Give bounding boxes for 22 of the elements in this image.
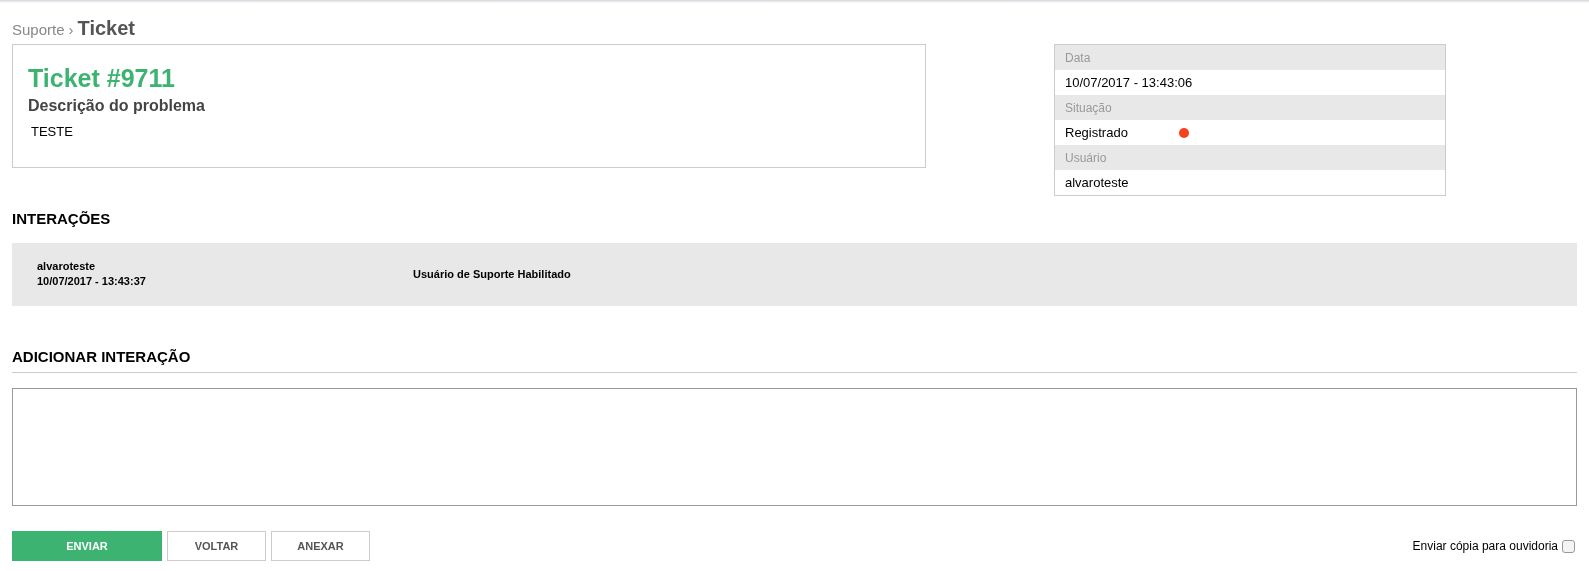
field-label: Data: [1065, 49, 1091, 67]
action-button[interactable]: ANEXAR: [271, 531, 370, 561]
description-text: TESTE: [31, 123, 74, 141]
field-value: Registrado: [1065, 123, 1129, 142]
field-value: 10/07/2017 - 13:43:06: [1065, 73, 1193, 92]
field-label: Situação: [1065, 99, 1112, 117]
interaction-user: alvaroteste: [37, 259, 97, 274]
page-title: Ticket: [77, 16, 135, 41]
section-heading: INTERAÇÕES: [12, 209, 112, 229]
breadcrumb-separator: ›: [68, 20, 74, 40]
field-value: alvaroteste: [1065, 173, 1130, 192]
action-button[interactable]: VOLTAR: [167, 531, 266, 561]
interaction-date: 10/07/2017 - 13:43:37: [37, 274, 147, 289]
checkbox-label: Enviar cópia para ouvidoria: [1412, 538, 1558, 555]
breadcrumb-link[interactable]: Suporte: [12, 19, 65, 42]
description-label: Descrição do problema: [28, 96, 206, 116]
section-heading: ADICIONAR INTERAÇÃO: [12, 345, 1577, 373]
ombudsman-checkbox[interactable]: [1562, 539, 1575, 553]
ticket-title: Ticket #9711: [28, 63, 176, 93]
interaction-input[interactable]: [12, 388, 1577, 506]
field-label: Usuário: [1065, 149, 1107, 167]
interaction-message: Usuário de Suporte Habilitado: [413, 266, 571, 282]
